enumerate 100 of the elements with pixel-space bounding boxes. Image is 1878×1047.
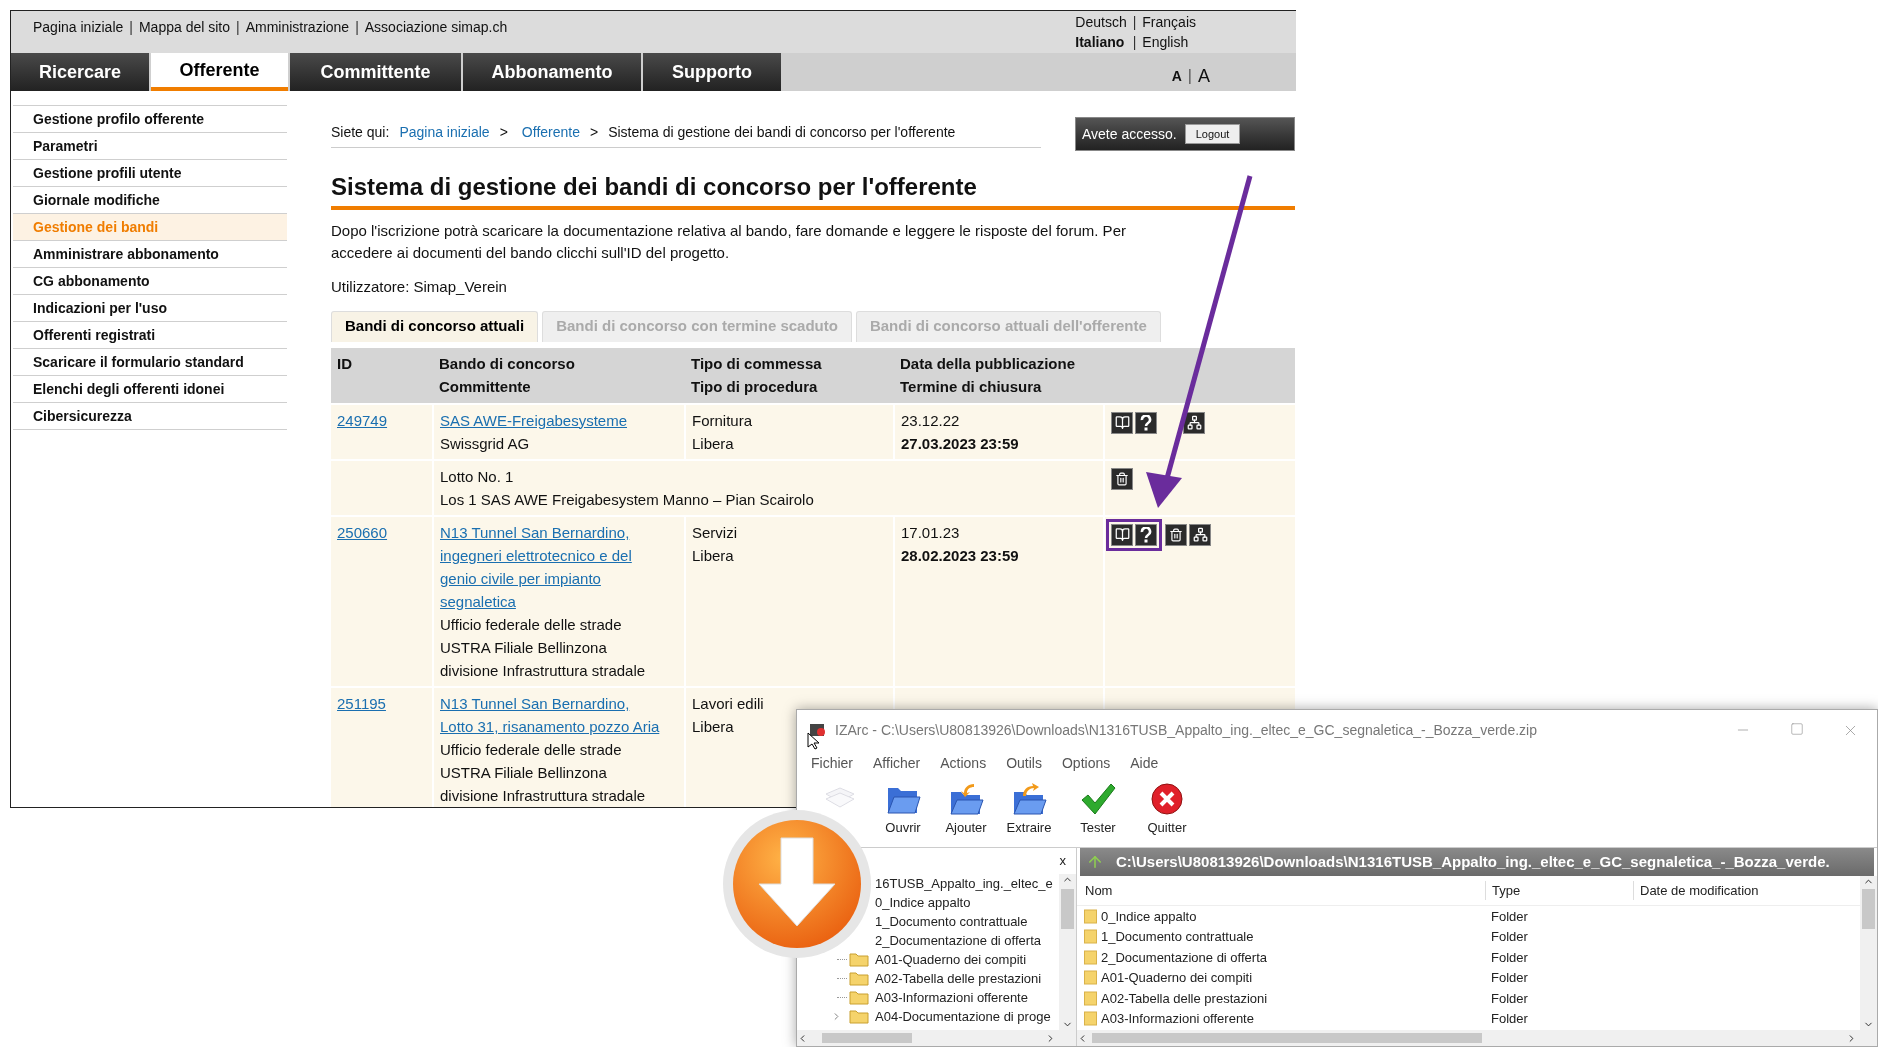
vertical-scrollbar[interactable] [1059,874,1076,1030]
language-link[interactable]: Français [1142,14,1196,34]
tree-item[interactable]: A04-Documentazione di proge [875,1006,1051,1027]
sidebar-item[interactable]: Gestione profili utente [13,159,287,186]
folder-icon [1084,990,1097,1006]
separator: | [1132,33,1137,52]
nav-tab[interactable]: Abbonamento [463,53,641,91]
tree-item[interactable]: 2_Documentazione di offerta [875,930,1041,951]
client-name: divisione Infrastruttura stradale [440,785,647,806]
tree-item[interactable]: 16TUSB_Appalto_ing._eltec_e [875,873,1053,894]
file-name[interactable]: A02-Tabella delle prestazioni [1097,988,1485,1008]
tree-item[interactable]: 1_Documento contrattuale [875,911,1028,932]
scrollbar-thumb[interactable] [1862,889,1875,929]
folder-icon [1084,929,1097,945]
folder-icon [1084,908,1097,924]
sidebar-item[interactable]: Gestione profilo offerente [13,105,287,132]
column-header: Data della pubblicazione Termine di chiusura [894,347,1104,404]
help-icon[interactable] [1135,523,1157,546]
toolbar-button[interactable]: Ouvrir [872,782,934,838]
breadcrumb-link[interactable]: Offerente [521,122,580,143]
scrollbar-thumb[interactable] [822,1033,912,1043]
language-link[interactable]: Deutsch [1075,14,1127,34]
intro-text: Dopo l'iscrizione potrà scaricare la documentazione relativa al bando, fare domande e leggere le risposte del forum. Per accedere ai documenti del bando clicchi sull'ID del progetto. [331,221,1127,263]
font-size-button[interactable]: A [1198,62,1210,90]
tab[interactable]: Bandi di concorso attuali [331,310,539,342]
toolbar-button[interactable]: Extraire [998,782,1060,838]
sidebar-item[interactable]: Indicazioni per l'uso [13,294,287,321]
language-link[interactable]: English [1142,33,1196,53]
folder-icon [1084,1011,1097,1027]
column-header[interactable]: Type [1485,880,1633,901]
sidebar-item[interactable]: Scaricare il formulario standard [13,348,287,375]
procedure-type: Libera [692,545,734,566]
folder-icon [849,971,869,986]
sidebar-item[interactable]: Parametri [13,132,287,159]
menu-item[interactable]: Outils [1006,752,1042,774]
tender-title-link[interactable]: N13 Tunnel San Bernardino, ingegneri elettrotecnico e del genio civile per impianto segnaletica [440,520,662,613]
separator: | [236,18,240,37]
tree-item[interactable]: A03-Informazioni offerente [875,987,1028,1008]
sidebar-item[interactable]: Offerenti registrati [13,321,287,348]
breadcrumb-link[interactable]: Pagina iniziale [399,122,490,143]
file-name[interactable]: 1_Documento contrattuale [1097,927,1485,947]
trash-icon[interactable] [1111,467,1133,490]
expand-icon[interactable] [831,1011,842,1022]
file-name[interactable]: 0_Indice appalto [1097,906,1485,926]
language-link[interactable]: Italiano [1075,33,1127,53]
help-icon[interactable] [1135,411,1157,434]
logout-button[interactable]: Logout [1184,124,1241,144]
utility-link[interactable]: Associazione simap.ch [364,17,508,38]
utility-link[interactable]: Pagina iniziale [33,17,124,38]
column-header[interactable]: Nom [1077,880,1485,901]
tree-item[interactable]: 0_Indice appalto [875,892,971,913]
utility-link[interactable]: Mappa del sito [138,17,230,38]
tree-item[interactable]: A02-Tabella delle prestazioni [875,968,1042,989]
toolbar-button[interactable]: Quitter [1136,782,1198,838]
file-type: Folder [1490,1010,1528,1028]
sidebar-item[interactable]: Cibersicurezza [13,402,287,429]
tender-title-link[interactable]: SAS AWE-Freigabesysteme [440,408,662,432]
utility-link[interactable]: Amministrazione [245,17,350,38]
horizontal-scrollbar[interactable] [797,1030,1076,1046]
nav-tab[interactable]: Offerente [151,53,288,91]
nav-tab[interactable]: Supporto [643,53,781,91]
menu-item[interactable]: Options [1061,752,1111,774]
publication-date: 23.12.22 [901,410,961,431]
menu-item[interactable]: Afficher [873,752,921,774]
documents-icon[interactable] [1111,411,1133,434]
tender-id-link[interactable]: 250660 [337,523,388,541]
sidebar-item[interactable]: Amministrare abbonamento [13,240,287,267]
separator: | [1187,66,1192,86]
tender-id-link[interactable]: 251195 [337,694,386,712]
tender-id-link[interactable]: 249749 [337,411,388,429]
pane-close-button[interactable]: x [1059,851,1066,871]
scrollbar-thumb[interactable] [1092,1033,1482,1043]
trash-icon[interactable] [1165,523,1187,546]
hierarchy-icon[interactable] [1189,523,1211,546]
separator: | [129,18,133,37]
vertical-scrollbar[interactable] [1860,876,1877,1030]
scrollbar-thumb[interactable] [1061,889,1074,929]
menu-item[interactable]: Fichier [811,752,853,774]
column-header[interactable]: Date de modification [1633,880,1793,901]
font-size-button[interactable]: A [1171,65,1182,87]
nav-tab[interactable]: Committente [290,53,461,91]
toolbar-button[interactable]: Ajouter [935,782,997,838]
sidebar-item[interactable]: Elenchi degli offerenti idonei [13,375,287,402]
lot-description: Los 1 SAS AWE Freigabesystem Manno – Pian Scairolo [440,489,815,510]
file-type: Folder [1490,948,1528,967]
toolbar-button[interactable]: Tester [1067,782,1129,838]
folder-icon [1084,949,1097,965]
up-folder-icon[interactable] [1086,853,1104,871]
horizontal-scrollbar[interactable] [1077,1030,1877,1046]
menu-item[interactable]: Actions [940,752,987,774]
documents-icon[interactable] [1111,523,1133,546]
menu-item[interactable]: Aide [1130,752,1159,774]
sidebar-item[interactable]: CG abbonamento [13,267,287,294]
nav-tab[interactable]: Ricercare [11,53,149,91]
tree-item[interactable]: A01-Quaderno dei compiti [875,949,1027,970]
tender-title-link[interactable]: N13 Tunnel San Bernardino, Lotto 31, risanamento pozzo Aria [440,691,662,738]
file-name[interactable]: 2_Documentazione di offerta [1097,947,1485,967]
breadcrumb-separator: > [590,123,599,142]
file-name[interactable]: A01-Quaderno dei compiti [1097,968,1485,988]
file-name[interactable]: A03-Informazioni offerente [1097,1009,1485,1029]
